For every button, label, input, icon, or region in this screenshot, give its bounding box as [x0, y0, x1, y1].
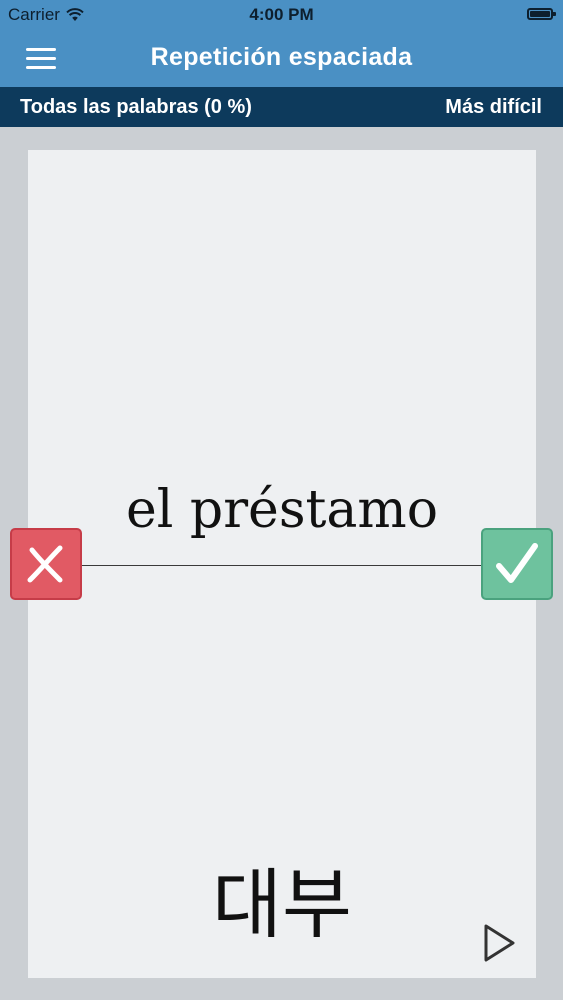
flashcard[interactable]: el préstamo 대부: [28, 150, 536, 978]
checkmark-icon: [496, 543, 538, 583]
battery-icon: [527, 8, 556, 20]
play-icon[interactable]: [478, 922, 520, 964]
sub-toolbar: Todas las palabras (0 %) Más difícil: [0, 87, 563, 127]
x-icon: [27, 545, 63, 583]
wrong-answer-button[interactable]: [10, 528, 82, 600]
word-filter-button[interactable]: Todas las palabras (0 %): [20, 96, 252, 119]
card-front-text: el préstamo: [125, 480, 439, 540]
card-back-text: 대부: [212, 860, 352, 949]
sort-order-button[interactable]: Más difícil: [445, 96, 542, 119]
card-divider: [82, 565, 482, 566]
page-title: Repetición espaciada: [150, 43, 413, 71]
status-bar: Carrier 4:00 PM: [0, 0, 563, 30]
nav-bar: Repetición espaciada: [0, 30, 563, 87]
correct-answer-button[interactable]: [481, 528, 553, 600]
status-time: 4:00 PM: [249, 5, 314, 24]
